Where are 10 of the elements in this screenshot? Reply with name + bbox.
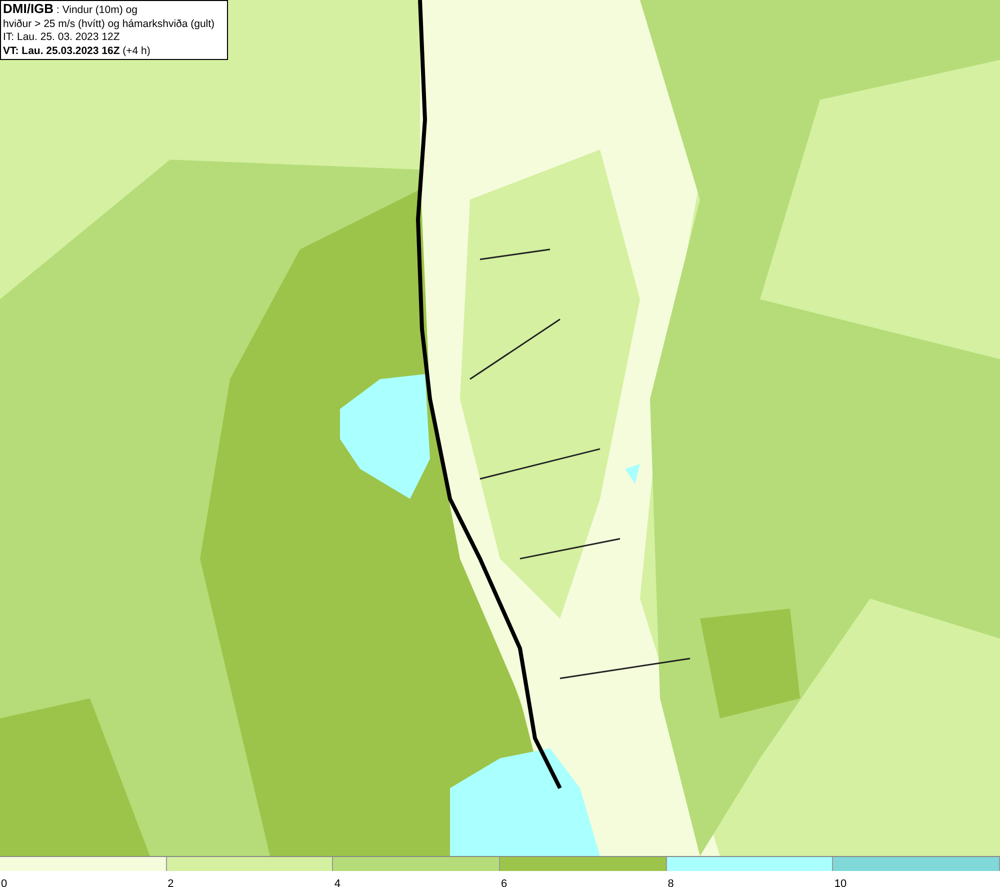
legend-label: 0 <box>0 878 8 887</box>
legend-label: 10 <box>833 878 847 887</box>
title-text: IT: Lau. 25. 03. 2023 12Z <box>3 31 121 44</box>
legend-label: 8 <box>666 878 674 887</box>
title-text: hviður > 25 m/s (hvítt) og hámarkshviða (gult) <box>3 18 216 31</box>
legend-label: 2 <box>166 878 174 887</box>
legend-label: 6 <box>500 878 508 887</box>
title-text: DMI/IGB : Vindur (10m) og <box>3 2 138 18</box>
title-text: VT: Lau. 25.03.2023 16Z (+4 h) <box>3 44 152 58</box>
legend-label: 4 <box>333 878 340 887</box>
